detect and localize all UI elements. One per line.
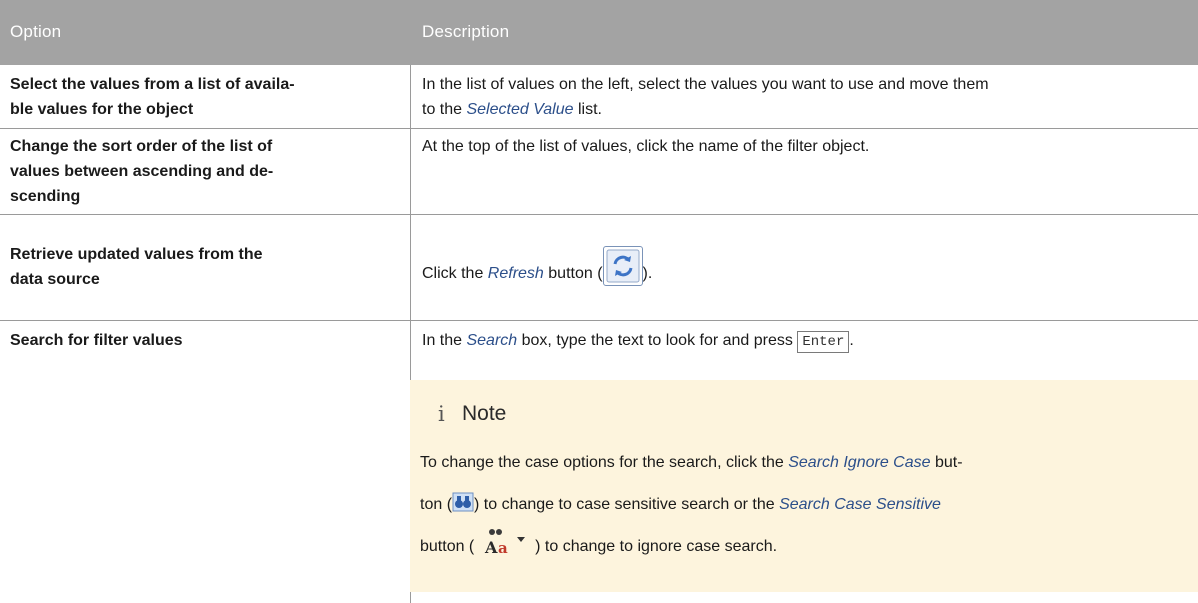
option-line: values between ascending and de- (10, 163, 274, 180)
table-row-description: At the top of the list of values, click … (422, 134, 1192, 159)
option-line: ble values for the object (10, 101, 194, 118)
info-icon: i (438, 402, 445, 426)
option-line: Change the sort order of the list of (10, 138, 273, 155)
row-divider (0, 128, 1198, 129)
refresh-icon[interactable] (602, 246, 643, 286)
description-line: to the Selected Value list. (422, 97, 1192, 122)
description-line: At the top of the list of values, click … (422, 138, 870, 155)
option-line: Search for filter values (10, 332, 183, 349)
description-text: box, type the text to look for and press (517, 332, 798, 349)
note-line: To change the case options for the searc… (420, 442, 1182, 484)
search-link[interactable]: Search (466, 332, 517, 349)
note-line: button ( Aa ) to change to ignore case s… (420, 526, 1182, 568)
table-header: Option Description (0, 0, 1198, 65)
svg-text:A: A (484, 538, 498, 557)
table-row-option: Search for filter values (10, 328, 390, 353)
note-text: ton ( (420, 496, 453, 513)
note-text: ) to change to ignore case search. (530, 538, 778, 555)
header-description: Description (422, 22, 510, 41)
description-text: button ( (543, 265, 603, 282)
note-line: ton ( ) to change to case sensitive searc… (420, 484, 1182, 526)
table-row-option: Change the sort order of the list of val… (10, 134, 390, 209)
description-text: Click the (422, 265, 488, 282)
binoculars-icon[interactable] (452, 491, 474, 513)
description-line: In the list of values on the left, selec… (422, 76, 989, 93)
option-line: data source (10, 271, 100, 288)
search-case-sensitive-link[interactable]: Search Case Sensitive (779, 496, 941, 513)
enter-key: Enter (797, 331, 850, 353)
note-text: ) to change to case sensitive search or … (474, 496, 780, 513)
search-ignore-case-link[interactable]: Search Ignore Case (788, 454, 930, 471)
description-text: In the (422, 332, 467, 349)
description-text: . (849, 332, 854, 349)
description-text: to the (422, 101, 467, 118)
table-row-description: Click the Refresh button (). (422, 246, 1192, 286)
note-title: Note (462, 402, 507, 425)
note-text: but- (930, 454, 963, 471)
option-line: scending (10, 188, 81, 205)
note-body: To change the case options for the searc… (420, 442, 1182, 568)
option-line: Select the values from a list of availa- (10, 76, 295, 93)
note-text: To change the case options for the searc… (420, 454, 789, 471)
option-line: Retrieve updated values from the (10, 246, 263, 263)
table-row-option: Retrieve updated values from the data so… (10, 242, 390, 292)
binoculars-aa-dropdown-icon[interactable]: Aa (479, 527, 531, 557)
svg-text:a: a (498, 539, 508, 557)
refresh-link[interactable]: Refresh (488, 265, 544, 282)
row-divider (0, 214, 1198, 215)
table-row-description: In the Search box, type the text to look… (422, 328, 1192, 353)
note-box: i Note To change the case options for th… (410, 380, 1198, 592)
description-text: ). (642, 265, 653, 282)
table-row-description: In the list of values on the left, selec… (422, 72, 1192, 122)
row-divider (0, 320, 1198, 321)
options-table: Option Description Select the values fro… (0, 0, 1198, 603)
selected-value-link[interactable]: Selected Value (466, 101, 573, 118)
description-text: list. (573, 101, 602, 118)
header-option: Option (10, 22, 62, 41)
note-text: button ( (420, 538, 479, 555)
table-row-option: Select the values from a list of availa-… (10, 72, 390, 122)
